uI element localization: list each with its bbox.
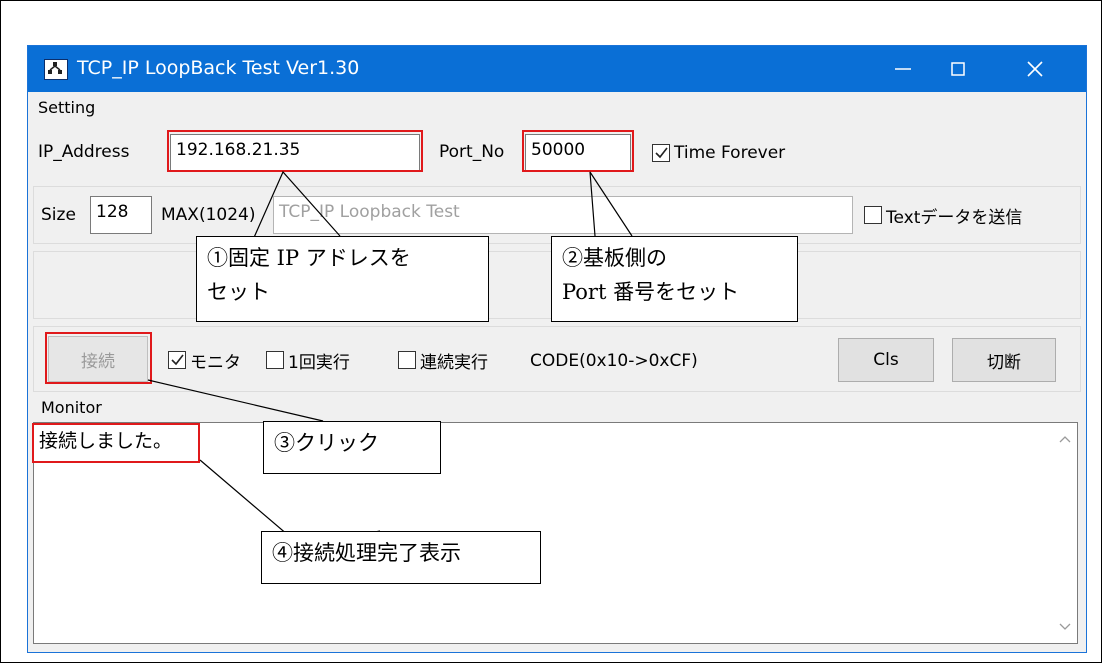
annotation-port-no: ②基板側の Port 番号をセット: [551, 236, 798, 322]
annotation-ip-address: ①固定 IP アドレスを セット: [196, 236, 489, 322]
annotation-1-line-2: セット: [207, 280, 270, 304]
annotation-2-line-1: ②基板側の: [562, 246, 667, 270]
annotation-2-line-2: Port 番号をセット: [562, 280, 740, 304]
annotation-click: ③クリック: [263, 421, 441, 474]
callout-lines: [147, 170, 633, 548]
annotation-complete: ④接続処理完了表示: [261, 531, 541, 584]
annotation-1-line-1: ①固定 IP アドレスを: [207, 246, 411, 270]
callout-line-2: [589, 171, 633, 237]
